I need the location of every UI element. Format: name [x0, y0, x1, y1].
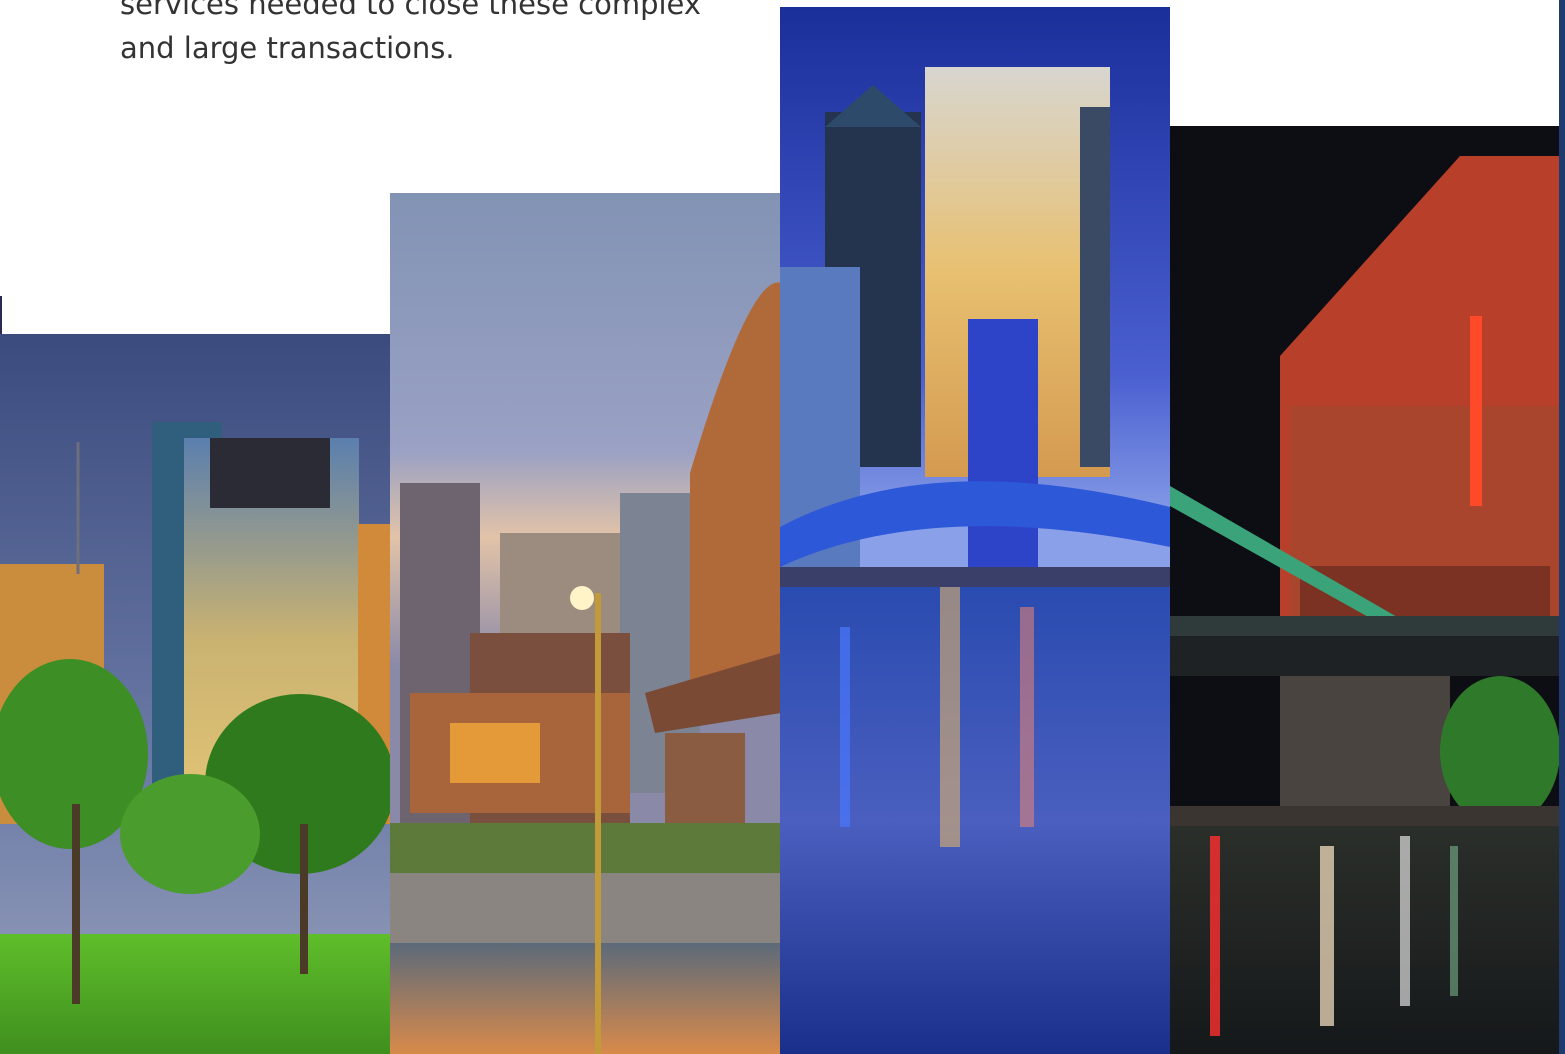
right-edge-bar: [1559, 0, 1565, 1054]
blue-bridge-river-photo: [780, 7, 1170, 1054]
intro-paragraph: services needed to close these complex a…: [120, 0, 780, 70]
bridge-downtown-photo: [390, 193, 781, 1054]
intro-line-2: and large transactions.: [120, 31, 455, 65]
intro-line-1: services needed to close these complex: [120, 0, 702, 21]
skyline-park-photo: [0, 334, 390, 1054]
left-edge-accent: [0, 296, 2, 334]
riverwalk-night-photo: [1170, 126, 1559, 1054]
